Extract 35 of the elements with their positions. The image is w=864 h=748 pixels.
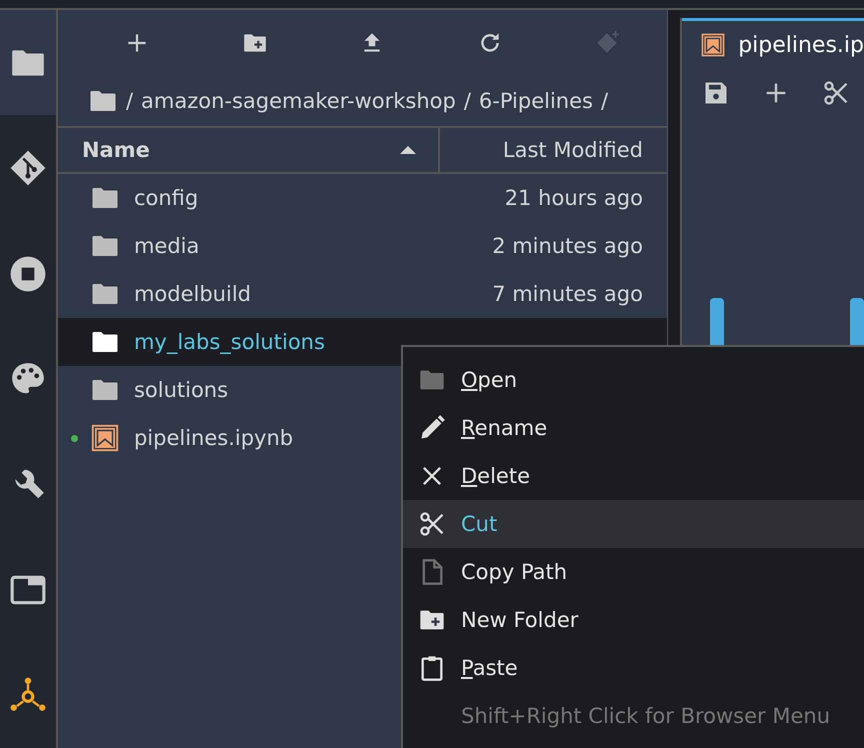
file-row[interactable]: media 2 minutes ago bbox=[58, 222, 667, 270]
sidebar-tab[interactable] bbox=[0, 10, 56, 116]
column-header[interactable]: Name bbox=[58, 128, 440, 172]
notebook-tab[interactable]: pipelines.ip bbox=[682, 18, 864, 69]
path-separator: / bbox=[600, 89, 608, 113]
column-header[interactable]: Last Modified bbox=[440, 128, 667, 172]
modified-time: 2 minutes ago bbox=[492, 234, 644, 258]
git-icon[interactable] bbox=[8, 149, 47, 188]
modified-time: 7 minutes ago bbox=[492, 282, 644, 306]
breadcrumb-link[interactable]: amazon-sagemaker-workshop bbox=[141, 89, 456, 113]
file-name: media bbox=[134, 234, 200, 258]
menu-item[interactable]: Delete bbox=[403, 452, 864, 500]
menu-item[interactable]: New Folder bbox=[403, 596, 864, 644]
file-name: modelbuild bbox=[134, 282, 251, 306]
scissors-icon bbox=[418, 510, 446, 538]
path-separator: / bbox=[464, 89, 471, 113]
file-name: my_labs_solutions bbox=[134, 330, 325, 354]
modified-time: 21 hours ago bbox=[504, 186, 644, 210]
cell-marker bbox=[710, 298, 724, 348]
file-name: config bbox=[134, 186, 198, 210]
path-separator: / bbox=[126, 89, 134, 113]
notebook-icon bbox=[700, 32, 726, 58]
menu-item[interactable]: Cut bbox=[403, 500, 864, 548]
menu-item[interactable]: Rename bbox=[403, 404, 864, 452]
file-name: pipelines.ipynb bbox=[134, 426, 294, 450]
menu-item[interactable]: Paste bbox=[403, 644, 864, 692]
notebook-icon bbox=[90, 423, 120, 453]
file-name: solutions bbox=[134, 378, 228, 402]
stop-circle-icon[interactable] bbox=[8, 254, 47, 293]
menu-item[interactable]: Copy Path bbox=[403, 548, 864, 596]
breadcrumb-link[interactable]: 6-Pipelines bbox=[478, 89, 593, 113]
cell-marker bbox=[850, 298, 864, 348]
menu-item: Shift+Right Click for Browser Menu bbox=[460, 703, 831, 730]
file-row[interactable]: config 21 hours ago bbox=[58, 174, 667, 222]
file-row[interactable]: modelbuild 7 minutes ago bbox=[58, 270, 667, 318]
